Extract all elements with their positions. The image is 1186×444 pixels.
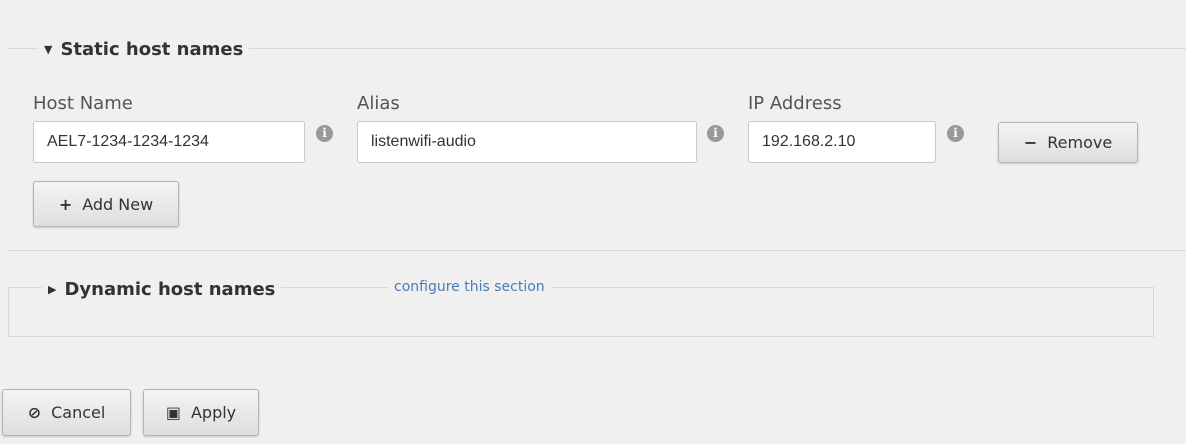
info-icon[interactable]: i <box>707 125 724 142</box>
plus-icon: + <box>58 194 73 214</box>
cancel-button-label: Cancel <box>51 403 106 422</box>
static-section-title: Static host names <box>60 38 244 60</box>
add-new-button[interactable]: + Add New <box>33 181 179 227</box>
dynamic-section-title: Dynamic host names <box>64 278 276 300</box>
cancel-button[interactable]: ⊘ Cancel <box>2 389 131 436</box>
info-icon[interactable]: i <box>947 125 964 142</box>
caret-down-icon: ▼ <box>44 42 53 56</box>
remove-button-label: Remove <box>1047 133 1113 152</box>
cancel-icon: ⊘ <box>27 403 42 422</box>
info-icon[interactable]: i <box>316 125 333 142</box>
configure-section-link[interactable]: configure this section <box>388 279 551 295</box>
apply-button-label: Apply <box>190 403 237 422</box>
alias-label: Alias <box>357 93 400 114</box>
static-section-header[interactable]: ▼ Static host names <box>38 38 250 60</box>
alias-input[interactable] <box>357 121 697 163</box>
static-section-bottom-line <box>8 250 1186 251</box>
host-name-label: Host Name <box>33 93 133 114</box>
ip-address-label: IP Address <box>748 93 842 114</box>
dynamic-section-right-edge <box>1153 287 1154 337</box>
caret-right-icon: ▶ <box>48 282 57 296</box>
add-new-button-label: Add New <box>82 194 154 214</box>
apply-button[interactable]: ▣ Apply <box>143 389 259 436</box>
save-icon: ▣ <box>165 403 181 422</box>
remove-button[interactable]: − Remove <box>998 122 1138 163</box>
ip-address-input[interactable] <box>748 121 936 163</box>
dynamic-section-header[interactable]: ▶ Dynamic host names <box>42 278 282 300</box>
host-name-input[interactable] <box>33 121 305 163</box>
minus-icon: − <box>1023 133 1038 152</box>
